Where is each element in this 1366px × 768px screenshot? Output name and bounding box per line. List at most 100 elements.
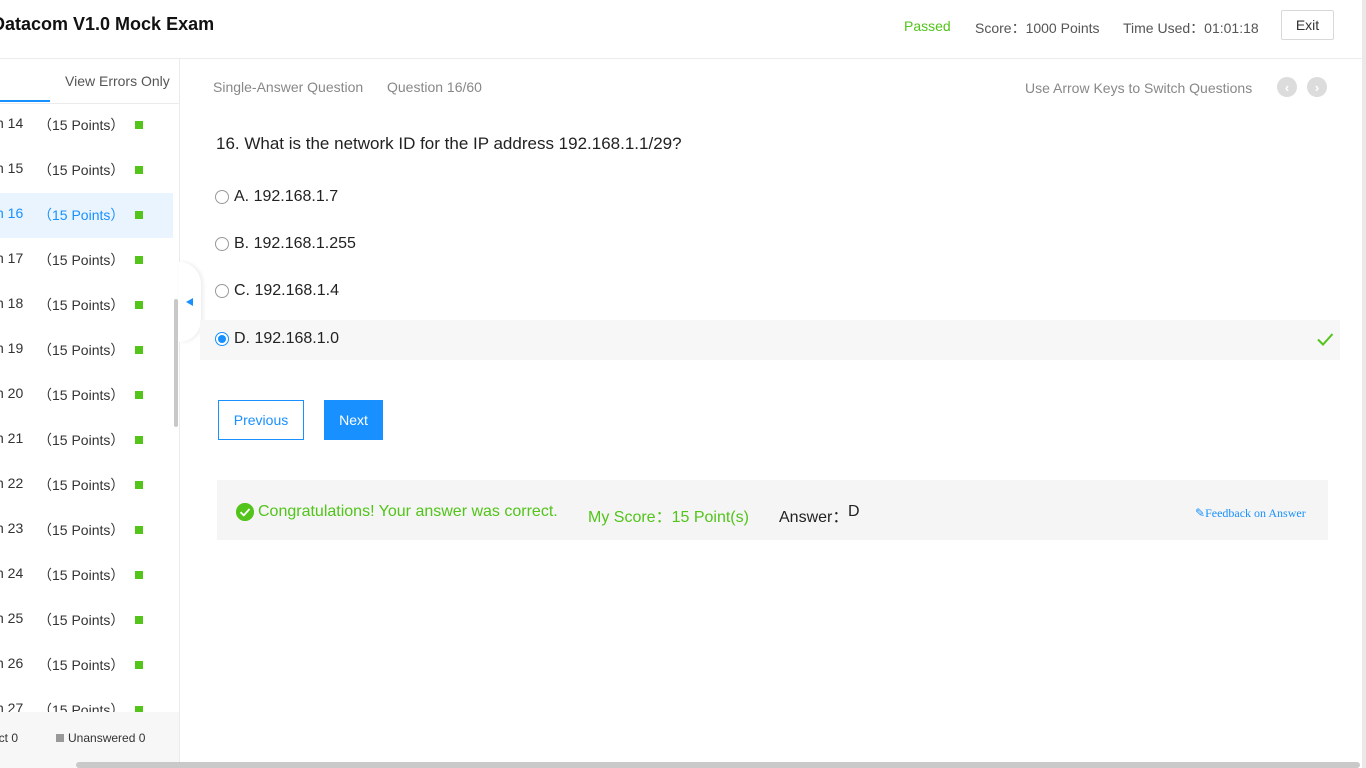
- legend-correct-count: ect 0: [0, 731, 19, 745]
- option-c-label: C. 192.168.1.4: [234, 282, 339, 299]
- my-score: My Score：15 Point(s): [588, 509, 749, 526]
- question-points: （15 Points）: [38, 522, 125, 538]
- correct-status-icon: [135, 301, 143, 309]
- exit-button[interactable]: Exit: [1281, 10, 1334, 40]
- sidebar-item-question-21[interactable]: n 21 （15 Points）: [0, 418, 173, 463]
- correct-status-icon: [135, 256, 143, 264]
- sidebar-item-question-19[interactable]: n 19 （15 Points）: [0, 328, 173, 373]
- question-points: （15 Points）: [38, 477, 125, 493]
- horizontal-scrollbar[interactable]: [76, 762, 1360, 768]
- sidebar-item-question-14[interactable]: n 14 （15 Points）: [0, 103, 173, 148]
- question-sidebar: View Errors Only n 14 （15 Points） n 15 （…: [0, 59, 180, 768]
- option-d-label: D. 192.168.1.0: [234, 330, 339, 347]
- exam-header: Datacom V1.0 Mock Exam Passed Score：1000…: [0, 0, 1362, 59]
- question-label: n 26: [0, 655, 24, 671]
- sidebar-item-question-15[interactable]: n 15 （15 Points）: [0, 148, 173, 193]
- correct-status-icon: [135, 616, 143, 624]
- question-label: n 23: [0, 520, 24, 536]
- sidebar-item-question-26[interactable]: n 26 （15 Points）: [0, 643, 173, 688]
- exam-title: Datacom V1.0 Mock Exam: [0, 14, 215, 34]
- option-c-radio[interactable]: [215, 284, 229, 298]
- prev-question-icon[interactable]: ‹: [1277, 77, 1297, 97]
- question-points: （15 Points）: [38, 117, 125, 133]
- arrow-keys-hint: Use Arrow Keys to Switch Questions: [1025, 80, 1253, 96]
- sidebar-item-question-18[interactable]: n 18 （15 Points）: [0, 283, 173, 328]
- question-points: （15 Points）: [38, 387, 125, 403]
- feedback-label: Feedback on Answer: [1205, 506, 1306, 520]
- question-list: n 14 （15 Points） n 15 （15 Points） n 16 （…: [0, 103, 173, 712]
- sidebar-item-question-16[interactable]: n 16 （15 Points）: [0, 193, 173, 238]
- sidebar-item-question-20[interactable]: n 20 （15 Points）: [0, 373, 173, 418]
- sidebar-item-question-17[interactable]: n 17 （15 Points）: [0, 238, 173, 283]
- option-b-radio[interactable]: [215, 237, 229, 251]
- question-points: （15 Points）: [38, 162, 125, 178]
- question-points: （15 Points）: [38, 702, 125, 712]
- question-counter: Question 16/60: [387, 79, 482, 95]
- question-label: n 27: [0, 700, 24, 712]
- feedback-on-answer-link[interactable]: ✎Feedback on Answer: [1195, 506, 1306, 521]
- question-label: n 24: [0, 565, 24, 581]
- question-points: （15 Points）: [38, 207, 125, 223]
- question-points: （15 Points）: [38, 612, 125, 628]
- correct-status-icon: [135, 121, 143, 129]
- question-label: n 18: [0, 295, 24, 311]
- question-label: n 16: [0, 205, 24, 221]
- sidebar-item-question-23[interactable]: n 23 （15 Points）: [0, 508, 173, 553]
- option-a[interactable]: A. 192.168.1.7: [200, 178, 1340, 218]
- previous-button[interactable]: Previous: [218, 400, 304, 440]
- correct-status-icon: [135, 436, 143, 444]
- sidebar-item-question-24[interactable]: n 24 （15 Points）: [0, 553, 173, 598]
- option-b[interactable]: B. 192.168.1.255: [200, 225, 1340, 265]
- total-score: Score：1000 Points: [975, 20, 1100, 36]
- legend-unanswered: Unanswered 0: [56, 731, 145, 745]
- correct-status-icon: [135, 346, 143, 354]
- sidebar-item-question-27[interactable]: n 27 （15 Points）: [0, 688, 173, 712]
- exam-status-badge: Passed: [904, 18, 951, 34]
- legend-unanswered-count: Unanswered 0: [68, 731, 146, 745]
- option-c[interactable]: C. 192.168.1.4: [200, 272, 1340, 312]
- question-label: n 22: [0, 475, 24, 491]
- time-used: Time Used：01:01:18: [1123, 20, 1259, 36]
- correct-status-icon: [135, 571, 143, 579]
- correct-answer-value: D: [848, 503, 860, 520]
- question-label: n 21: [0, 430, 24, 446]
- sidebar-item-question-22[interactable]: n 22 （15 Points）: [0, 463, 173, 508]
- option-a-radio[interactable]: [215, 190, 229, 204]
- correct-status-icon: [135, 166, 143, 174]
- tab-all-questions-indicator[interactable]: [0, 100, 50, 102]
- correct-status-icon: [135, 661, 143, 669]
- correct-status-icon: [135, 211, 143, 219]
- correct-answer-label: Answer：: [779, 509, 849, 526]
- sidebar-item-question-25[interactable]: n 25 （15 Points）: [0, 598, 173, 643]
- option-d-radio[interactable]: [215, 332, 229, 346]
- question-points: （15 Points）: [38, 657, 125, 673]
- correct-status-icon: [135, 391, 143, 399]
- sidebar-legend: ect 0 Unanswered 0: [0, 712, 179, 768]
- question-label: n 15: [0, 160, 24, 176]
- question-label: n 17: [0, 250, 24, 266]
- question-label: n 20: [0, 385, 24, 401]
- tab-view-errors-only[interactable]: View Errors Only: [65, 73, 170, 89]
- answer-result-panel: Congratulations! Your answer was correct…: [217, 480, 1328, 540]
- question-points: （15 Points）: [38, 297, 125, 313]
- option-b-label: B. 192.168.1.255: [234, 235, 356, 252]
- sidebar-tabs: View Errors Only: [0, 59, 179, 104]
- question-points: （15 Points）: [38, 432, 125, 448]
- question-points: （15 Points）: [38, 252, 125, 268]
- question-type: Single-Answer Question: [213, 79, 364, 95]
- sidebar-collapse-toggle[interactable]: [179, 262, 201, 342]
- option-d[interactable]: D. 192.168.1.0: [200, 320, 1340, 360]
- unanswered-square-icon: [56, 734, 64, 742]
- sidebar-scrollbar[interactable]: [174, 299, 178, 427]
- edit-pen-icon: ✎: [1195, 506, 1206, 520]
- correct-status-icon: [135, 526, 143, 534]
- question-points: （15 Points）: [38, 567, 125, 583]
- next-button[interactable]: Next: [324, 400, 383, 440]
- question-points: （15 Points）: [38, 342, 125, 358]
- correct-status-icon: [135, 481, 143, 489]
- question-label: n 14: [0, 115, 24, 131]
- question-label: n 25: [0, 610, 24, 626]
- next-question-icon[interactable]: ›: [1307, 77, 1327, 97]
- page-vertical-scrollbar[interactable]: [1362, 0, 1366, 768]
- collapse-arrow-icon: [185, 298, 193, 306]
